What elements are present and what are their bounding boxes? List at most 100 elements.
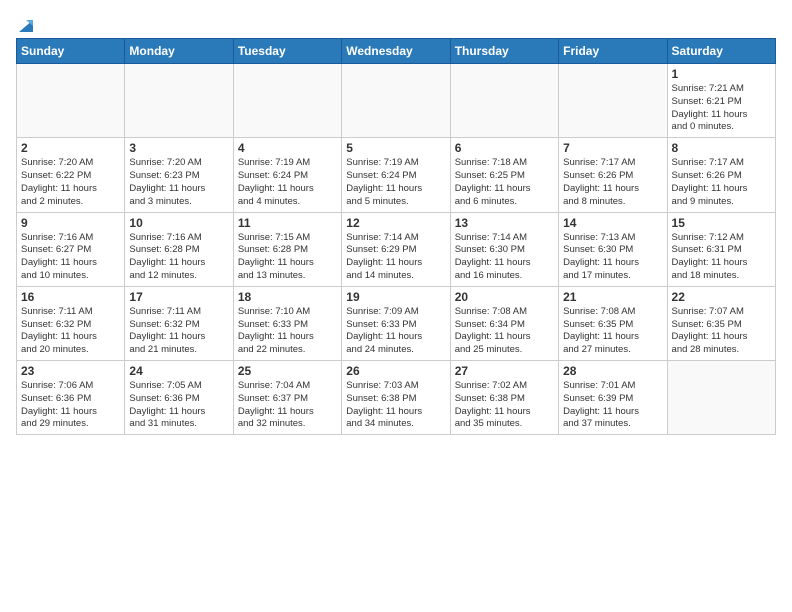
week-row-4: 16 Sunrise: 7:11 AM Sunset: 6:32 PM Dayli… xyxy=(17,286,776,360)
day-cell: 27 Sunrise: 7:02 AM Sunset: 6:38 PM Dayli… xyxy=(450,361,558,435)
col-header-monday: Monday xyxy=(125,39,233,64)
day-number: 14 xyxy=(563,216,662,230)
day-info: Sunrise: 7:20 AM Sunset: 6:22 PM Dayligh… xyxy=(21,157,120,208)
day-number: 7 xyxy=(563,141,662,155)
day-cell: 23 Sunrise: 7:06 AM Sunset: 6:36 PM Dayli… xyxy=(17,361,125,435)
day-number: 21 xyxy=(563,290,662,304)
day-number: 1 xyxy=(672,67,771,81)
day-number: 9 xyxy=(21,216,120,230)
day-info: Sunrise: 7:07 AM Sunset: 6:35 PM Dayligh… xyxy=(672,306,771,357)
day-cell: 10 Sunrise: 7:16 AM Sunset: 6:28 PM Dayli… xyxy=(125,212,233,286)
page-header xyxy=(16,16,776,30)
day-info: Sunrise: 7:20 AM Sunset: 6:23 PM Dayligh… xyxy=(129,157,228,208)
day-info: Sunrise: 7:06 AM Sunset: 6:36 PM Dayligh… xyxy=(21,380,120,431)
day-number: 2 xyxy=(21,141,120,155)
day-cell xyxy=(667,361,775,435)
day-cell: 22 Sunrise: 7:07 AM Sunset: 6:35 PM Dayli… xyxy=(667,286,775,360)
week-row-1: 1 Sunrise: 7:21 AM Sunset: 6:21 PM Daylig… xyxy=(17,64,776,138)
day-cell: 18 Sunrise: 7:10 AM Sunset: 6:33 PM Dayli… xyxy=(233,286,341,360)
day-number: 4 xyxy=(238,141,337,155)
day-cell: 17 Sunrise: 7:11 AM Sunset: 6:32 PM Dayli… xyxy=(125,286,233,360)
day-info: Sunrise: 7:05 AM Sunset: 6:36 PM Dayligh… xyxy=(129,380,228,431)
day-number: 11 xyxy=(238,216,337,230)
day-cell: 20Sunrise: 7:08 AM Sunset: 6:34 PM Dayli… xyxy=(450,286,558,360)
calendar-table: SundayMondayTuesdayWednesdayThursdayFrid… xyxy=(16,38,776,435)
day-cell: 6 Sunrise: 7:18 AM Sunset: 6:25 PM Daylig… xyxy=(450,138,558,212)
day-number: 16 xyxy=(21,290,120,304)
day-cell xyxy=(342,64,450,138)
day-info: Sunrise: 7:08 AM Sunset: 6:35 PM Dayligh… xyxy=(563,306,662,357)
day-number: 23 xyxy=(21,364,120,378)
day-number: 28 xyxy=(563,364,662,378)
day-number: 10 xyxy=(129,216,228,230)
day-info: Sunrise: 7:11 AM Sunset: 6:32 PM Dayligh… xyxy=(129,306,228,357)
day-number: 25 xyxy=(238,364,337,378)
day-number: 22 xyxy=(672,290,771,304)
day-cell: 8 Sunrise: 7:17 AM Sunset: 6:26 PM Daylig… xyxy=(667,138,775,212)
day-cell xyxy=(125,64,233,138)
day-cell: 11 Sunrise: 7:15 AM Sunset: 6:28 PM Dayli… xyxy=(233,212,341,286)
day-number: 6 xyxy=(455,141,554,155)
week-row-5: 23 Sunrise: 7:06 AM Sunset: 6:36 PM Dayli… xyxy=(17,361,776,435)
day-cell xyxy=(559,64,667,138)
day-cell: 26 Sunrise: 7:03 AM Sunset: 6:38 PM Dayli… xyxy=(342,361,450,435)
day-info: Sunrise: 7:04 AM Sunset: 6:37 PM Dayligh… xyxy=(238,380,337,431)
day-number: 12 xyxy=(346,216,445,230)
col-header-wednesday: Wednesday xyxy=(342,39,450,64)
day-cell: 28Sunrise: 7:01 AM Sunset: 6:39 PM Dayli… xyxy=(559,361,667,435)
day-cell: 13 Sunrise: 7:14 AM Sunset: 6:30 PM Dayli… xyxy=(450,212,558,286)
day-cell: 3 Sunrise: 7:20 AM Sunset: 6:23 PM Daylig… xyxy=(125,138,233,212)
day-info: Sunrise: 7:16 AM Sunset: 6:28 PM Dayligh… xyxy=(129,232,228,283)
day-info: Sunrise: 7:16 AM Sunset: 6:27 PM Dayligh… xyxy=(21,232,120,283)
day-cell: 24 Sunrise: 7:05 AM Sunset: 6:36 PM Dayli… xyxy=(125,361,233,435)
day-cell: 14 Sunrise: 7:13 AM Sunset: 6:30 PM Dayli… xyxy=(559,212,667,286)
day-number: 17 xyxy=(129,290,228,304)
logo xyxy=(16,16,35,30)
day-info: Sunrise: 7:17 AM Sunset: 6:26 PM Dayligh… xyxy=(563,157,662,208)
day-info: Sunrise: 7:10 AM Sunset: 6:33 PM Dayligh… xyxy=(238,306,337,357)
day-number: 27 xyxy=(455,364,554,378)
day-cell: 7 Sunrise: 7:17 AM Sunset: 6:26 PM Daylig… xyxy=(559,138,667,212)
day-cell xyxy=(450,64,558,138)
logo-icon xyxy=(17,16,35,34)
day-info: Sunrise: 7:14 AM Sunset: 6:29 PM Dayligh… xyxy=(346,232,445,283)
day-cell: 16 Sunrise: 7:11 AM Sunset: 6:32 PM Dayli… xyxy=(17,286,125,360)
day-cell: 12 Sunrise: 7:14 AM Sunset: 6:29 PM Dayli… xyxy=(342,212,450,286)
day-cell: 4Sunrise: 7:19 AM Sunset: 6:24 PM Daylig… xyxy=(233,138,341,212)
day-number: 19 xyxy=(346,290,445,304)
day-info: Sunrise: 7:17 AM Sunset: 6:26 PM Dayligh… xyxy=(672,157,771,208)
day-info: Sunrise: 7:18 AM Sunset: 6:25 PM Dayligh… xyxy=(455,157,554,208)
header-row: SundayMondayTuesdayWednesdayThursdayFrid… xyxy=(17,39,776,64)
day-number: 3 xyxy=(129,141,228,155)
day-info: Sunrise: 7:03 AM Sunset: 6:38 PM Dayligh… xyxy=(346,380,445,431)
day-number: 24 xyxy=(129,364,228,378)
day-cell: 9 Sunrise: 7:16 AM Sunset: 6:27 PM Daylig… xyxy=(17,212,125,286)
col-header-saturday: Saturday xyxy=(667,39,775,64)
day-info: Sunrise: 7:15 AM Sunset: 6:28 PM Dayligh… xyxy=(238,232,337,283)
day-cell: 5 Sunrise: 7:19 AM Sunset: 6:24 PM Daylig… xyxy=(342,138,450,212)
day-number: 8 xyxy=(672,141,771,155)
day-info: Sunrise: 7:08 AM Sunset: 6:34 PM Dayligh… xyxy=(455,306,554,357)
day-info: Sunrise: 7:12 AM Sunset: 6:31 PM Dayligh… xyxy=(672,232,771,283)
day-info: Sunrise: 7:02 AM Sunset: 6:38 PM Dayligh… xyxy=(455,380,554,431)
day-info: Sunrise: 7:13 AM Sunset: 6:30 PM Dayligh… xyxy=(563,232,662,283)
col-header-sunday: Sunday xyxy=(17,39,125,64)
day-number: 15 xyxy=(672,216,771,230)
day-cell xyxy=(17,64,125,138)
day-number: 18 xyxy=(238,290,337,304)
col-header-friday: Friday xyxy=(559,39,667,64)
day-info: Sunrise: 7:21 AM Sunset: 6:21 PM Dayligh… xyxy=(672,83,771,134)
day-info: Sunrise: 7:11 AM Sunset: 6:32 PM Dayligh… xyxy=(21,306,120,357)
col-header-thursday: Thursday xyxy=(450,39,558,64)
col-header-tuesday: Tuesday xyxy=(233,39,341,64)
day-info: Sunrise: 7:09 AM Sunset: 6:33 PM Dayligh… xyxy=(346,306,445,357)
day-info: Sunrise: 7:19 AM Sunset: 6:24 PM Dayligh… xyxy=(346,157,445,208)
day-cell: 21 Sunrise: 7:08 AM Sunset: 6:35 PM Dayli… xyxy=(559,286,667,360)
day-info: Sunrise: 7:14 AM Sunset: 6:30 PM Dayligh… xyxy=(455,232,554,283)
day-cell: 25 Sunrise: 7:04 AM Sunset: 6:37 PM Dayli… xyxy=(233,361,341,435)
day-number: 5 xyxy=(346,141,445,155)
week-row-3: 9 Sunrise: 7:16 AM Sunset: 6:27 PM Daylig… xyxy=(17,212,776,286)
day-cell xyxy=(233,64,341,138)
day-number: 26 xyxy=(346,364,445,378)
day-number: 13 xyxy=(455,216,554,230)
